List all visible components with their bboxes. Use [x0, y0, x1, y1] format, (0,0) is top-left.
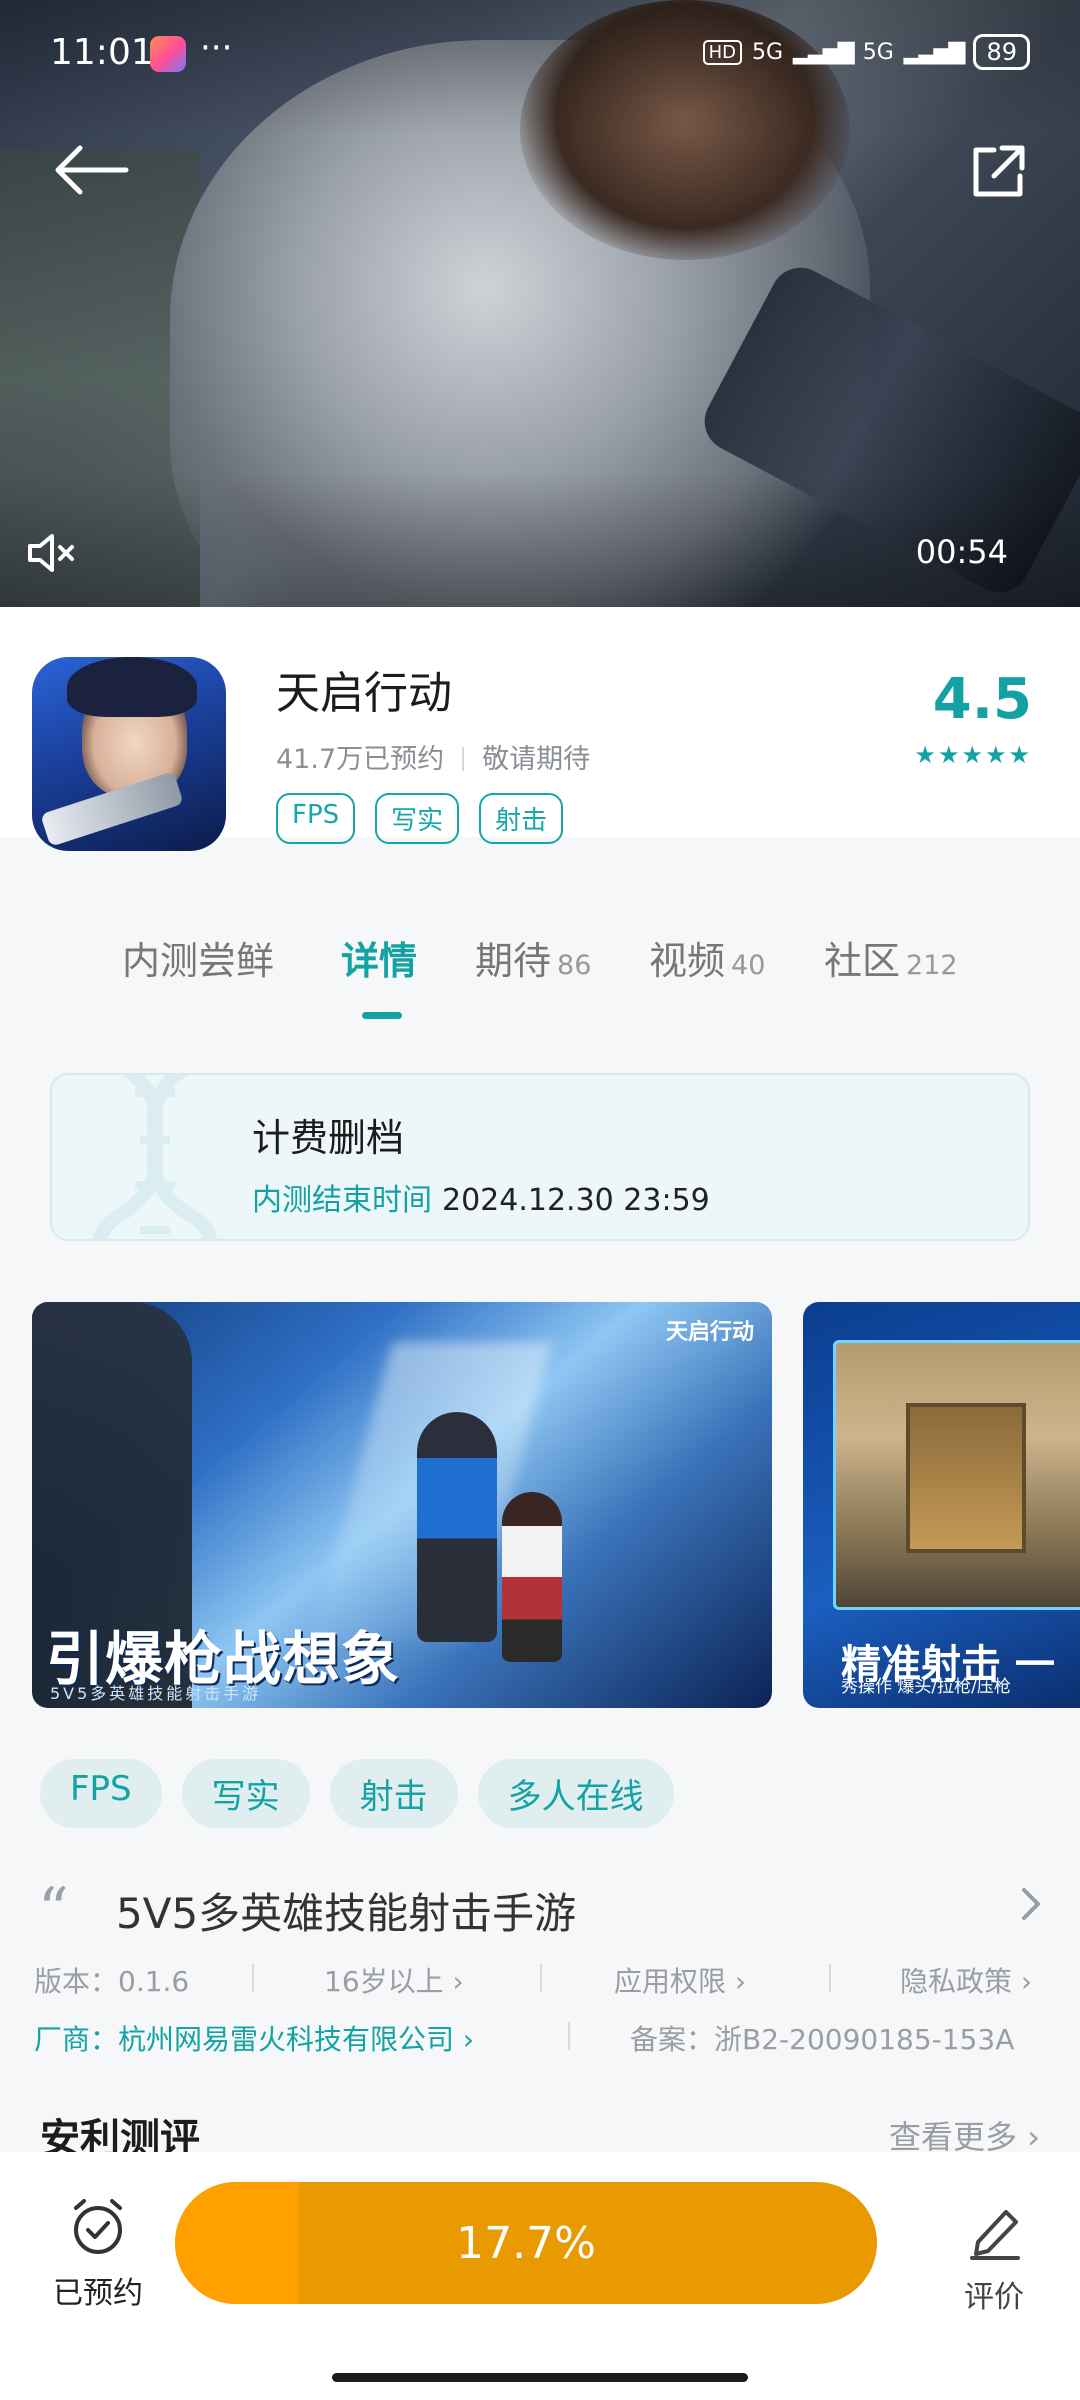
quote-icon: “ — [38, 1875, 69, 1945]
status-bar: 11:01 ··· HD 5G ▂▃▅▇ 5G ▂▃▅▇ 89 — [0, 28, 1080, 80]
mute-icon[interactable] — [26, 530, 78, 576]
meta-divider — [462, 747, 465, 771]
screenshot-character — [502, 1492, 562, 1662]
tab-label: 内测尝鲜 — [122, 939, 275, 983]
privacy-policy-link[interactable]: 隐私政策 › — [900, 1960, 1032, 2000]
age-rating-link[interactable]: 16岁以上 › — [324, 1960, 464, 2000]
back-arrow-icon[interactable] — [52, 140, 132, 200]
permissions-link[interactable]: 应用权限 › — [614, 1960, 746, 2000]
app-header: 天启行动 41.7万已预约 敬请期待 FPS 写实 射击 4.5 ★★★★★ — [0, 607, 1080, 851]
alarm-clock-icon — [74, 2199, 122, 2254]
game-description[interactable]: 5V5多英雄技能射击手游 — [116, 1880, 576, 1941]
download-progress-button[interactable]: 17.7% — [175, 2182, 877, 2304]
chevron-right-icon[interactable] — [1016, 1884, 1046, 1924]
app-icon — [32, 657, 226, 851]
tab-details[interactable]: 详情 — [341, 930, 417, 985]
tab-label: 期待 — [475, 939, 552, 983]
release-status: 敬请期待 — [482, 744, 591, 775]
tab-label: 社区 — [824, 939, 901, 983]
app-tag[interactable]: 写实 — [375, 793, 460, 844]
status-more-icon: ··· — [200, 28, 233, 68]
info-divider — [540, 1964, 542, 1992]
tag-chip[interactable]: FPS — [40, 1759, 162, 1828]
tab-count: 40 — [731, 950, 766, 981]
video-duration: 00:54 — [915, 533, 1008, 571]
beta-notice-card[interactable]: 计费删档 内测结束时间 2024.12.30 23:59 — [50, 1073, 1030, 1241]
screenshot-1[interactable]: 天启行动 引爆枪战想象 5V5多英雄技能射击手游 — [32, 1302, 772, 1708]
dna-icon — [93, 1075, 217, 1239]
detail-tabs: 内测尝鲜 详情 期待 86 视频 40 社区 212 — [0, 930, 1080, 1030]
tab-expect[interactable]: 期待 86 — [475, 930, 591, 985]
info-divider — [252, 1964, 254, 1992]
screenshot-door — [906, 1403, 1026, 1553]
status-right: HD 5G ▂▃▅▇ 5G ▂▃▅▇ 89 — [702, 34, 1030, 70]
tab-count: 212 — [906, 950, 958, 981]
signal-icon-1: ▂▃▅▇ — [793, 39, 855, 65]
tab-label: 详情 — [341, 939, 418, 983]
network-5g-1: 5G — [751, 39, 784, 65]
info-divider — [829, 1964, 831, 1992]
rating-stars-icon: ★★★★★ — [914, 741, 1032, 769]
app-meta: 41.7万已预约 敬请期待 — [276, 737, 590, 776]
screenshot-logo: 天启行动 — [665, 1320, 754, 1345]
app-tag[interactable]: 射击 — [479, 793, 564, 844]
status-time: 11:01 — [50, 32, 154, 73]
reserved-label: 已预约 — [53, 2276, 143, 2311]
rating-score: 4.5 — [932, 667, 1032, 732]
bottom-action-bar: 已预约 17.7% 评价 — [0, 2152, 1080, 2400]
notice-end-row: 内测结束时间 2024.12.30 23:59 — [252, 1175, 710, 1219]
tab-community[interactable]: 社区 212 — [824, 930, 958, 985]
screenshot-subcaption: 5V5多英雄技能射击手游 — [50, 1684, 262, 1703]
pen-icon — [970, 2210, 1020, 2260]
screenshot-subcaption: 秀操作 爆头/拉枪/压枪 — [841, 1677, 1011, 1697]
reservation-count: 41.7万已预约 — [276, 744, 445, 775]
hd-icon: HD — [702, 39, 742, 65]
tab-beta[interactable]: 内测尝鲜 — [122, 930, 274, 985]
app-tags: FPS 写实 射击 — [276, 793, 564, 844]
tag-chip[interactable]: 多人在线 — [477, 1759, 674, 1828]
tag-chip[interactable]: 写实 — [181, 1759, 310, 1828]
app-icon-hair — [67, 657, 197, 717]
tag-chips: FPS 写实 射击 多人在线 — [40, 1759, 674, 1828]
version-info: 版本：0.1.6 — [34, 1965, 190, 1998]
screenshot-character — [417, 1412, 497, 1642]
screenshot-2[interactable]: 精准射击 一 秀操作 爆头/拉枪/压枪 — [803, 1302, 1080, 1708]
progress-text: 17.7% — [456, 2217, 596, 2269]
screenshot-gameplay — [833, 1340, 1080, 1610]
tag-chip[interactable]: 射击 — [329, 1759, 458, 1828]
notification-app-icon — [150, 36, 186, 72]
notice-end-date: 2024.12.30 23:59 — [442, 1183, 710, 1218]
network-5g-2: 5G — [862, 39, 894, 65]
app-name: 天启行动 — [276, 668, 452, 719]
battery-icon: 89 — [973, 34, 1030, 70]
info-divider — [568, 2022, 570, 2050]
notice-title: 计费删档 — [252, 1116, 405, 1160]
home-indicator[interactable] — [332, 2373, 748, 2382]
signal-icon-2: ▂▃▅▇ — [903, 39, 966, 65]
active-tab-indicator — [362, 1012, 402, 1019]
app-tag[interactable]: FPS — [276, 793, 356, 844]
video-player[interactable]: 11:01 ··· HD 5G ▂▃▅▇ 5G ▂▃▅▇ 89 00:54 — [0, 0, 1080, 607]
review-label: 评价 — [964, 2280, 1024, 2315]
review-button[interactable]: 评价 — [954, 2198, 1034, 2316]
reserved-button[interactable]: 已预约 — [46, 2194, 150, 2312]
tab-videos[interactable]: 视频 40 — [649, 930, 765, 985]
share-icon[interactable] — [968, 142, 1028, 202]
video-shade — [0, 0, 1080, 607]
vendor-link[interactable]: 厂商：杭州网易雷火科技有限公司 › — [34, 2018, 474, 2058]
tab-count: 86 — [557, 950, 592, 981]
notice-end-label: 内测结束时间 — [252, 1183, 432, 1218]
record-number: 备案：浙B2-20090185-153A — [630, 2023, 1015, 2056]
tab-label: 视频 — [649, 939, 726, 983]
